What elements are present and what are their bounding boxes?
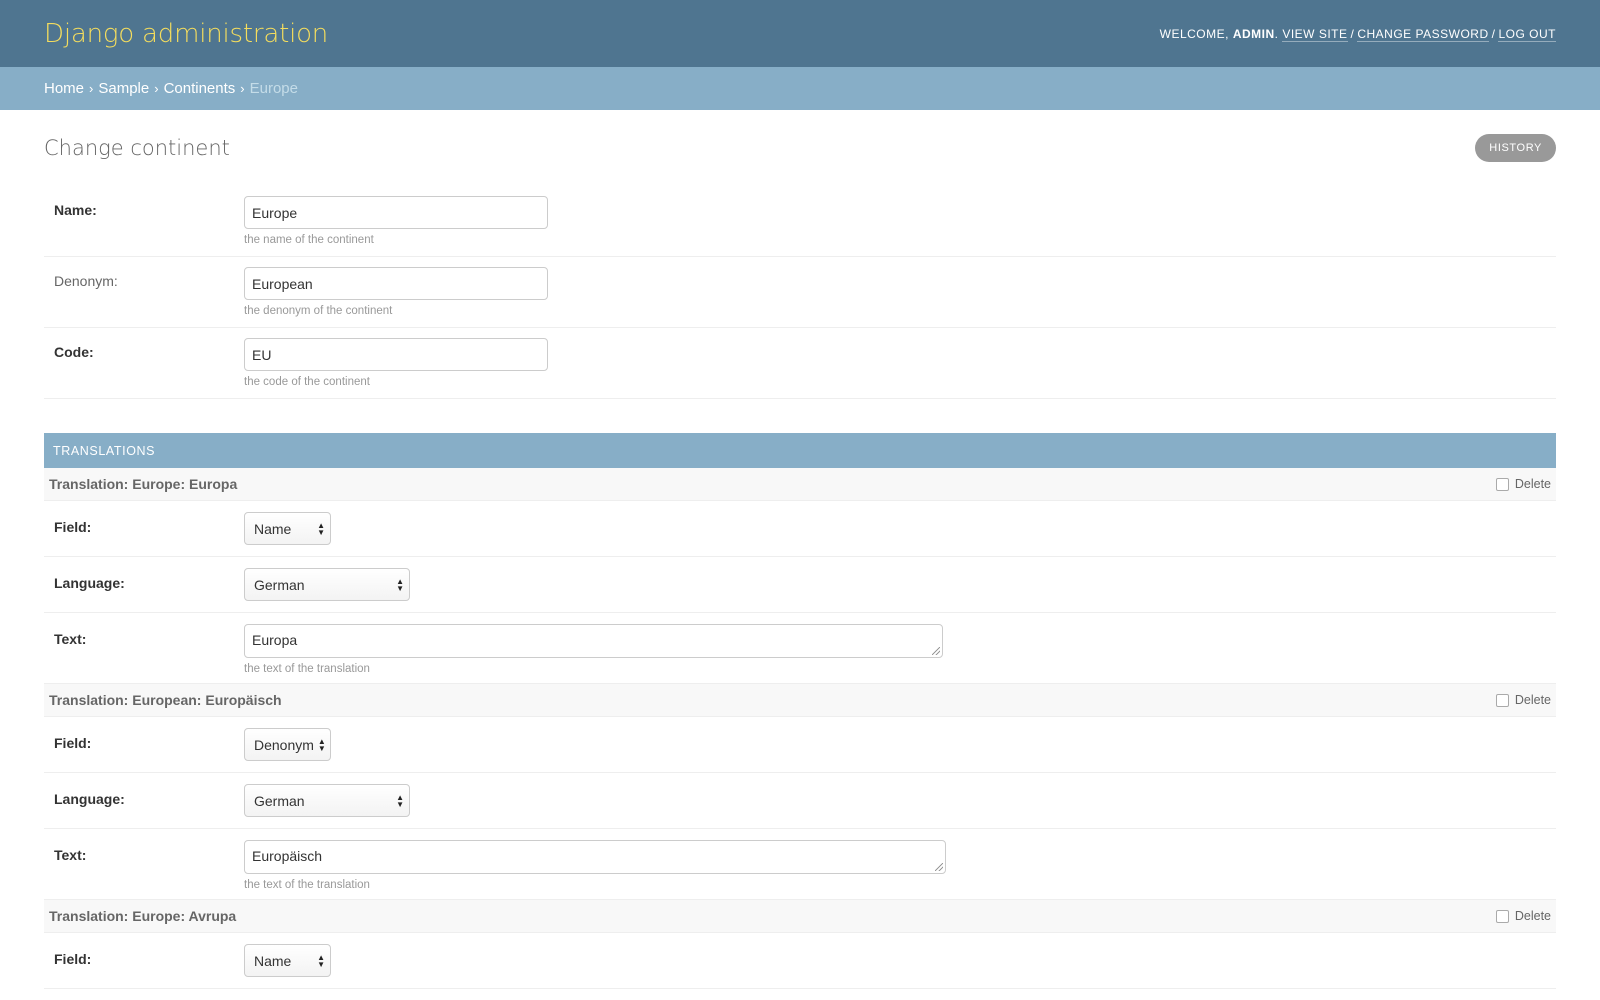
code-input[interactable] bbox=[244, 338, 548, 371]
select-arrows-icon: ▲ ▼ bbox=[396, 576, 404, 593]
inline-row-field: Field: Name ▲ ▼ bbox=[44, 933, 1556, 989]
inline-header: Translation: Europe: Avrupa Delete bbox=[44, 900, 1556, 933]
field-label: Field: bbox=[54, 735, 92, 751]
field-select-value: Name bbox=[254, 952, 292, 969]
form-row-code: Code: the code of the continent bbox=[44, 328, 1556, 399]
inline-row-language: Language: German ▲ ▼ bbox=[44, 557, 1556, 613]
site-branding[interactable]: Django administration bbox=[44, 19, 328, 49]
page-title: Change continent bbox=[44, 136, 230, 160]
select-arrows-icon: ▲ ▼ bbox=[317, 736, 326, 753]
inline-row-text: Text: Europäisch the text of the transla… bbox=[44, 829, 1556, 900]
history-button[interactable]: History bbox=[1475, 134, 1556, 162]
content: Change continent History Name: the name … bbox=[0, 110, 1600, 989]
language-label: Language: bbox=[54, 791, 125, 807]
denonym-input[interactable] bbox=[244, 267, 548, 300]
breadcrumb-separator: › bbox=[240, 81, 245, 96]
log-out-link[interactable]: Log out bbox=[1498, 26, 1556, 42]
welcome-text: Welcome, bbox=[1159, 26, 1229, 41]
breadcrumb-current: Europe bbox=[249, 80, 298, 97]
header: Django administration Welcome, admin. Vi… bbox=[0, 0, 1600, 67]
delete-label: Delete bbox=[1514, 477, 1551, 491]
inline-row-field: Field: Name ▲ ▼ bbox=[44, 501, 1556, 557]
inline-row-text: Text: Europa the text of the translation bbox=[44, 613, 1556, 684]
text-label: Text: bbox=[54, 631, 87, 647]
language-select[interactable]: German ▲ ▼ bbox=[244, 568, 410, 601]
delete-toggle[interactable]: Delete bbox=[1495, 477, 1551, 491]
text-textarea[interactable]: Europa bbox=[244, 624, 943, 658]
change-password-link[interactable]: Change password bbox=[1357, 26, 1489, 42]
field-select[interactable]: Denonym ▲ ▼ bbox=[244, 728, 331, 761]
field-label: Field: bbox=[54, 951, 92, 967]
field-select-value: Name bbox=[254, 520, 292, 537]
field-select[interactable]: Name ▲ ▼ bbox=[244, 944, 331, 977]
form-row-name: Name: the name of the continent bbox=[44, 186, 1556, 257]
user-tools: Welcome, admin. View site / Change passwor… bbox=[1159, 26, 1556, 42]
text-help: the text of the translation bbox=[244, 879, 370, 891]
inline-header: Translation: Europe: Europa Delete bbox=[44, 468, 1556, 501]
denonym-help: the denonym of the continent bbox=[244, 305, 393, 317]
form-row-denonym: Denonym: the denonym of the continent bbox=[44, 257, 1556, 328]
breadcrumb-separator: › bbox=[154, 81, 159, 96]
text-help: the text of the translation bbox=[244, 663, 370, 675]
select-arrows-icon: ▲ ▼ bbox=[317, 520, 325, 537]
delete-checkbox[interactable] bbox=[1495, 693, 1509, 707]
translations-caption: Translations bbox=[44, 433, 1556, 468]
breadcrumb-app[interactable]: Sample bbox=[98, 80, 149, 97]
text-label: Text: bbox=[54, 847, 87, 863]
name-label: Name: bbox=[54, 202, 97, 218]
view-site-link[interactable]: View site bbox=[1282, 26, 1348, 42]
name-help: the name of the continent bbox=[244, 234, 374, 246]
select-arrows-icon: ▲ ▼ bbox=[396, 792, 404, 809]
language-select-value: German bbox=[254, 792, 305, 809]
resize-grip-icon[interactable] bbox=[932, 647, 940, 655]
name-input[interactable] bbox=[244, 196, 548, 229]
code-label: Code: bbox=[54, 344, 94, 360]
inline-title: Translation: Europe: Avrupa bbox=[49, 908, 237, 924]
text-value: Europäisch bbox=[252, 848, 323, 864]
language-select[interactable]: German ▲ ▼ bbox=[244, 784, 410, 817]
field-select-value: Denonym bbox=[254, 736, 314, 753]
delete-label: Delete bbox=[1514, 909, 1551, 923]
code-help: the code of the continent bbox=[244, 376, 370, 388]
breadcrumb-home[interactable]: Home bbox=[44, 80, 84, 97]
field-label: Field: bbox=[54, 519, 92, 535]
field-select[interactable]: Name ▲ ▼ bbox=[244, 512, 331, 545]
language-label: Language: bbox=[54, 575, 125, 591]
select-arrows-icon: ▲ ▼ bbox=[317, 952, 325, 969]
delete-toggle[interactable]: Delete bbox=[1495, 909, 1551, 923]
delete-checkbox[interactable] bbox=[1495, 477, 1509, 491]
delete-checkbox[interactable] bbox=[1495, 909, 1509, 923]
language-select-value: German bbox=[254, 576, 305, 593]
inline-title: Translation: Europe: Europa bbox=[49, 476, 238, 492]
text-value: Europa bbox=[252, 632, 298, 648]
text-textarea[interactable]: Europäisch bbox=[244, 840, 946, 874]
inline-row-field: Field: Denonym ▲ ▼ bbox=[44, 717, 1556, 773]
resize-grip-icon[interactable] bbox=[935, 863, 943, 871]
inline-header: Translation: European: Europäisch Delete bbox=[44, 684, 1556, 717]
delete-label: Delete bbox=[1514, 693, 1551, 707]
inline-title: Translation: European: Europäisch bbox=[49, 692, 282, 708]
breadcrumb-separator: › bbox=[89, 81, 94, 96]
inline-row-language: Language: German ▲ ▼ bbox=[44, 773, 1556, 829]
delete-toggle[interactable]: Delete bbox=[1495, 693, 1551, 707]
denonym-label: Denonym: bbox=[54, 273, 118, 289]
breadcrumb: Home › Sample › Continents › Europe bbox=[0, 67, 1600, 110]
username: admin bbox=[1232, 26, 1275, 41]
breadcrumb-model[interactable]: Continents bbox=[164, 80, 236, 97]
